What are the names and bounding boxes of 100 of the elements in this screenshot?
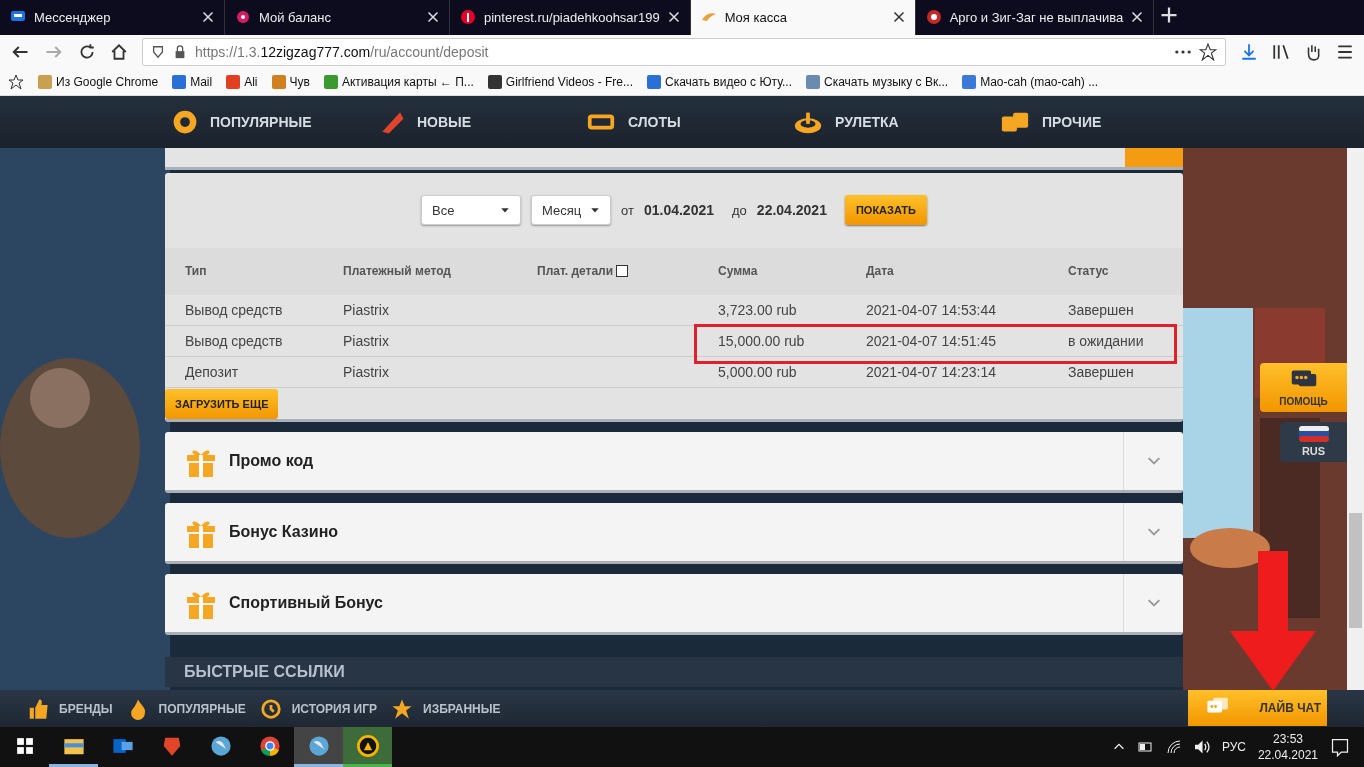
load-more-button[interactable]: ЗАГРУЗИТЬ ЕЩЕ — [165, 388, 279, 419]
chrome-icon — [258, 734, 281, 757]
footer-link[interactable]: ПОПУЛЯРНЫЕ — [126, 697, 246, 720]
browser-tab[interactable]: Моя касса — [690, 0, 916, 35]
table-cell-text: 2021-04-07 14:51:45 — [866, 332, 997, 349]
footer-link[interactable]: ИЗБРАННЫЕ — [391, 697, 501, 720]
quick-links-header: БЫСТРЫЕ ССЫЛКИ — [165, 656, 1183, 687]
table-cell-text: 2021-04-07 14:23:14 — [866, 363, 997, 380]
table-cell-text: Вывод средств — [185, 301, 284, 318]
menu-icon — [1336, 43, 1354, 62]
browser-tab[interactable]: Арго и Зиг-Заг не выплачива — [915, 0, 1155, 35]
address-field[interactable]: https://1.3.12zigzag777.com/ru/account/deposit — [142, 38, 1226, 67]
type-select[interactable]: Все — [421, 195, 522, 226]
bookmark-favicon — [271, 75, 286, 90]
bookmark-link[interactable]: Mail — [172, 75, 213, 90]
table-cell-text: Piastrix — [343, 363, 390, 380]
scrollbar[interactable] — [1347, 147, 1364, 691]
from-date: 01.04.2021 — [643, 202, 714, 219]
browser-tab[interactable]: Мессенджер — [0, 0, 225, 35]
footer-link[interactable]: ИСТОРИЯ ИГР — [259, 697, 378, 720]
bookmark-favicon — [962, 75, 977, 90]
column-header: Сумма — [718, 264, 759, 279]
close-icon — [1131, 11, 1144, 24]
pin-icon — [460, 9, 476, 26]
table-cell-text: 2021-04-07 14:53:44 — [866, 301, 997, 318]
bookmark-favicon — [806, 75, 820, 90]
footer-link[interactable]: БРЕНДЫ — [27, 697, 113, 720]
globe-icon — [307, 734, 330, 757]
accordion-header[interactable]: Промо код — [165, 431, 1183, 493]
browser-tab[interactable]: Мой баланс — [225, 0, 450, 35]
accordion-title: Бонус Казино — [229, 522, 340, 541]
checkbox[interactable] — [616, 265, 629, 278]
table-cell-text: в ожидании — [1068, 332, 1145, 349]
bookmark-favicon — [38, 75, 52, 90]
bookmark-favicon — [647, 75, 661, 90]
category-link[interactable]: НОВЫЕ — [379, 108, 586, 135]
table-cell-text: Завершен — [1068, 363, 1135, 380]
category-link[interactable]: ПРОЧИЕ — [1000, 106, 1207, 137]
windows-icon — [15, 736, 34, 755]
bookmark-star-icon — [8, 74, 24, 91]
thumbs-up-icon — [27, 697, 49, 720]
bookmark-link[interactable]: Из Google Chrome — [38, 75, 159, 90]
bookmark-link[interactable]: Mao-cah (mao-cah) ... — [962, 75, 1099, 90]
shield-icon — [151, 45, 165, 60]
accordion-header[interactable]: Спортивный Бонус — [165, 573, 1183, 635]
clock-time: 23:53 — [1272, 732, 1303, 746]
battery-icon — [1137, 739, 1154, 755]
flag-icon — [1298, 426, 1329, 443]
to-date: 22.04.2021 — [756, 202, 827, 219]
table-cell-text: Депозит — [185, 363, 240, 380]
wifi-icon — [1165, 739, 1182, 755]
bookmark-favicon — [487, 75, 502, 90]
browser-tab[interactable]: pinterest.ru/piadehkoohsar199 — [450, 0, 691, 35]
show-button[interactable]: ПОКАЗАТЬ — [844, 195, 927, 226]
scroll-thumb[interactable] — [1349, 512, 1362, 628]
table-cell-text: Завершен — [1068, 301, 1135, 318]
chip-icon — [172, 108, 198, 135]
from-label: от — [621, 202, 634, 218]
column-header: Платежный метод — [343, 264, 452, 279]
close-icon — [667, 11, 680, 24]
taskbar-app[interactable] — [343, 727, 392, 767]
table-cell-text: 15,000.00 rub — [718, 332, 806, 349]
lock-icon — [173, 45, 187, 60]
bookmark-link[interactable]: Чув — [271, 75, 310, 90]
download-icon — [1240, 43, 1258, 62]
column-header: Тип — [185, 264, 208, 279]
language-indicator[interactable]: РУС — [1221, 740, 1246, 754]
history-icon — [259, 697, 282, 720]
clock-date: 22.04.2021 — [1257, 748, 1318, 762]
close-icon — [427, 11, 439, 24]
wheel-icon — [925, 9, 942, 26]
table-cell-text: Piastrix — [343, 301, 390, 318]
table-cell-text: 3,723.00 rub — [718, 301, 798, 318]
casino-icon — [356, 734, 379, 757]
bookmark-favicon — [172, 75, 187, 90]
accordion-header[interactable]: Бонус Казино — [165, 502, 1183, 564]
volume-icon[interactable] — [1193, 740, 1210, 754]
library-icon — [1272, 43, 1290, 62]
live-chat-button[interactable]: ЛАЙВ ЧАТ — [1188, 690, 1327, 727]
category-link[interactable]: СЛОТЫ — [586, 106, 793, 137]
notification-icon — [1330, 737, 1350, 757]
bookmark-link[interactable]: Активация карты ← П... — [323, 75, 474, 90]
bookmark-link[interactable]: Скачать видео с Юту... — [647, 75, 792, 90]
column-header: Статус — [1068, 264, 1110, 279]
language-button[interactable]: RUS — [1280, 421, 1347, 462]
category-link[interactable]: РУЛЕТКА — [793, 106, 1000, 137]
bookmark-link[interactable]: Girlfriend Videos - Fre... — [487, 75, 633, 90]
bookmark-favicon — [323, 75, 338, 90]
to-label: до — [732, 202, 747, 218]
help-button[interactable]: ПОМОЩЬ — [1260, 362, 1347, 412]
period-select[interactable]: Месяц — [531, 195, 612, 226]
more-icon[interactable] — [1175, 50, 1191, 55]
bookmark-link[interactable]: Скачать музыку с Вк... — [806, 75, 949, 90]
close-icon — [202, 11, 214, 24]
bookmark-link[interactable]: Ali — [226, 75, 258, 90]
table-cell-text: 5,000.00 rub — [718, 363, 798, 380]
flower-icon — [235, 9, 251, 26]
category-link[interactable]: ПОПУЛЯРНЫЕ — [172, 108, 379, 135]
column-header: Плат. детали — [537, 264, 614, 279]
table-cell-text: Piastrix — [343, 332, 390, 349]
